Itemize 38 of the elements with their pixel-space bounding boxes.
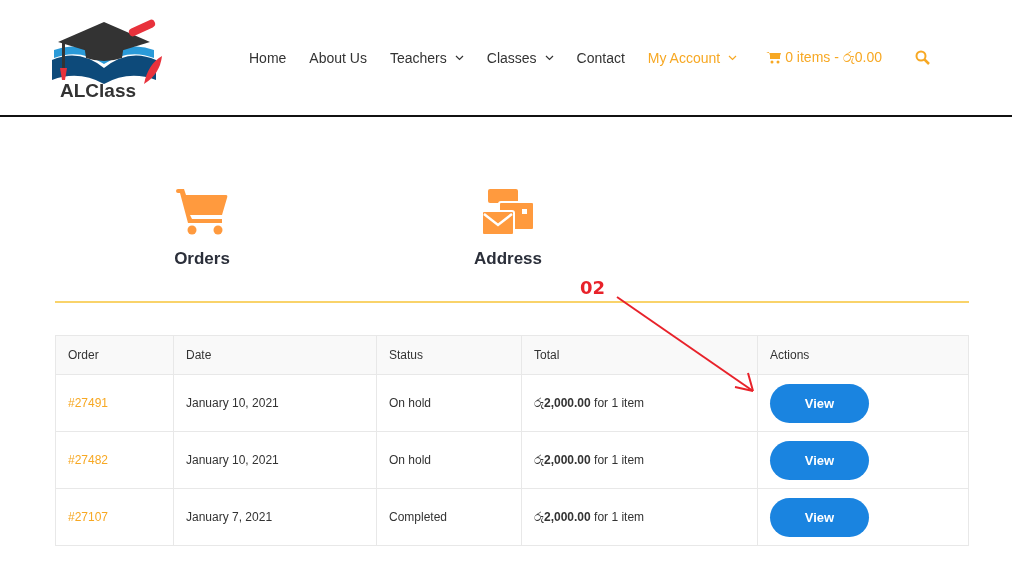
view-button[interactable]: View [770,383,869,423]
cart-icon [766,51,782,64]
table-cell: January 10, 2021 [173,431,377,489]
chevron-down-icon [544,54,554,61]
column-header: Status [376,335,522,375]
column-header: Total [521,335,758,375]
nav-link[interactable]: About Us [309,49,367,66]
order-link[interactable]: #27482 [68,453,109,467]
order-link[interactable]: #27107 [68,510,109,524]
cart-icon [176,189,228,235]
search-button[interactable] [915,50,930,65]
table-cell: රු2,000.00 for 1 item [521,374,758,432]
table-cell: On hold [376,374,522,432]
column-header: Actions [757,335,969,375]
view-button[interactable]: View [770,440,869,480]
table-cell: January 7, 2021 [173,488,377,546]
column-header: Date [173,335,377,375]
chevron-down-icon [454,54,464,61]
column-header: Order [55,335,174,375]
chevron-down-icon [728,54,738,61]
annotation-label: 02 [580,277,606,298]
table-cell: රු2,000.00 for 1 item [521,431,758,489]
nav-link[interactable]: Classes [486,49,554,66]
nav-link[interactable]: My Account [647,49,738,66]
cart-link[interactable]: 0 items - රු0.00 [766,49,882,66]
nav-link[interactable]: Teachers [389,49,464,66]
table-cell: On hold [376,431,522,489]
order-link[interactable]: #27491 [68,396,109,410]
view-button[interactable]: View [770,497,869,537]
account-tab[interactable]: Orders [127,189,277,283]
table-cell: Completed [376,488,522,546]
table-cell: January 10, 2021 [173,374,377,432]
logo-text: ALClass [60,79,136,102]
nav-link[interactable]: Contact [576,49,625,66]
table-cell: රු2,000.00 for 1 item [521,488,758,546]
envelope-card-icon [482,189,534,235]
nav-link[interactable]: Home [249,49,287,66]
account-tab[interactable]: Address [433,189,583,283]
